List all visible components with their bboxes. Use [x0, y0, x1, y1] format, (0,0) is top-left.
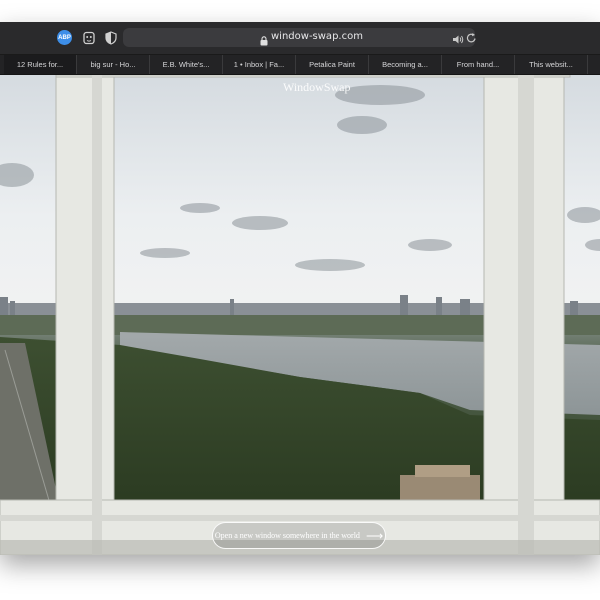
browser-window: ABP window-swap.com 12 Rules for... big …: [0, 22, 600, 555]
speaker-icon[interactable]: [452, 32, 464, 50]
tab-item[interactable]: Petalica Paint: [296, 55, 369, 74]
ghost-icon[interactable]: [81, 30, 96, 45]
tab-item[interactable]: This websit...: [515, 55, 588, 74]
tab-item[interactable]: E.B. White's...: [150, 55, 223, 74]
shield-icon[interactable]: [103, 30, 118, 45]
site-logo[interactable]: WindowSwap: [283, 80, 351, 95]
window-landscape-image: [0, 75, 600, 555]
tab-item[interactable]: 12 Rules for...: [4, 55, 77, 74]
cta-label: Open a new window somewhere in the world: [214, 531, 360, 540]
reload-icon[interactable]: [466, 31, 477, 49]
tab-item[interactable]: Becoming a...: [369, 55, 442, 74]
url-text: window-swap.com: [271, 31, 363, 42]
browser-toolbar: ABP window-swap.com: [0, 22, 600, 55]
window-view: WindowSwap Open a new window somewhere i…: [0, 75, 600, 555]
tab-item[interactable]: big sur - Ho...: [77, 55, 150, 74]
tab-item[interactable]: 1 • Inbox | Fa...: [223, 55, 296, 74]
abp-icon[interactable]: ABP: [57, 30, 72, 45]
tab-bar: 12 Rules for... big sur - Ho... E.B. Whi…: [0, 55, 600, 75]
tab-item[interactable]: From hand...: [442, 55, 515, 74]
lock-icon: [260, 33, 270, 46]
open-new-window-button[interactable]: Open a new window somewhere in the world…: [212, 522, 386, 549]
arrow-right-icon: ⟶: [365, 528, 384, 543]
